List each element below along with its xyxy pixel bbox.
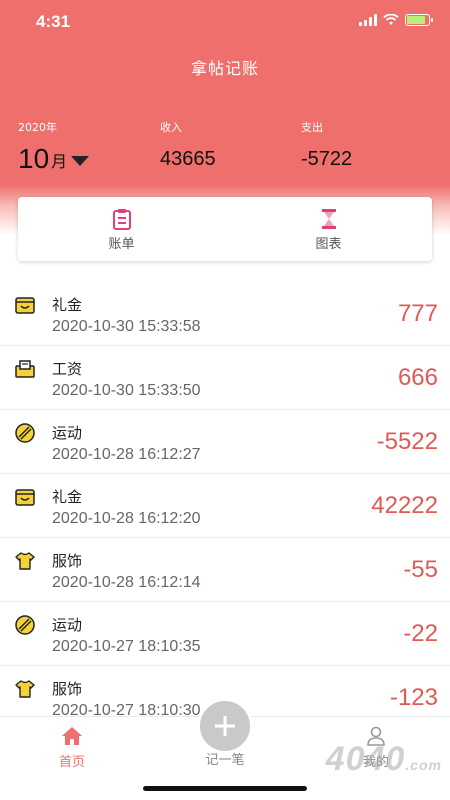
gift-box-icon bbox=[15, 297, 35, 314]
record-category: 服饰 bbox=[52, 552, 83, 570]
watermark-text: 4040 bbox=[325, 740, 406, 778]
record-amount: -5522 bbox=[376, 428, 438, 455]
home-indicator bbox=[143, 786, 307, 791]
income-value: 43665 bbox=[160, 148, 216, 170]
record-time: 2020-10-30 15:33:50 bbox=[52, 382, 201, 399]
record-row[interactable]: 工资 2020-10-30 15:33:50 666 bbox=[0, 346, 450, 410]
hourglass-icon bbox=[321, 208, 336, 229]
tab-home-label: 首页 bbox=[58, 755, 85, 770]
record-list: 礼金 2020-10-30 15:33:58 777 工资 2020-10-30… bbox=[0, 282, 450, 730]
record-row[interactable]: 礼金 2020-10-30 15:33:58 777 bbox=[0, 282, 450, 346]
add-record-button[interactable] bbox=[197, 698, 253, 754]
record-category: 运动 bbox=[52, 424, 83, 442]
tab-bill[interactable]: 账单 bbox=[18, 197, 225, 261]
record-amount: -22 bbox=[403, 620, 438, 647]
watermark-suffix: .com bbox=[405, 757, 442, 773]
status-time: 4:31 bbox=[36, 12, 71, 31]
income-label: 收入 bbox=[160, 121, 182, 134]
gift-box-icon bbox=[15, 489, 35, 506]
caret-down-icon bbox=[71, 156, 90, 166]
expense-value: -5722 bbox=[301, 148, 353, 170]
home-icon bbox=[62, 727, 82, 745]
app-title: 拿帖记账 bbox=[190, 59, 259, 78]
record-category: 工资 bbox=[52, 360, 83, 378]
battery-icon bbox=[405, 14, 433, 26]
record-category: 礼金 bbox=[52, 488, 83, 506]
record-row[interactable]: 服饰 2020-10-28 16:12:14 -55 bbox=[0, 538, 450, 602]
shirt-icon bbox=[15, 680, 35, 698]
status-bar: 4:31 bbox=[0, 0, 450, 44]
record-time: 2020-10-27 18:10:35 bbox=[52, 638, 201, 655]
record-row[interactable]: 礼金 2020-10-28 16:12:20 42222 bbox=[0, 474, 450, 538]
record-time: 2020-10-30 15:33:58 bbox=[52, 318, 201, 335]
status-icons bbox=[359, 14, 433, 26]
record-amount: 42222 bbox=[371, 492, 438, 519]
tab-chart[interactable]: 图表 bbox=[225, 197, 432, 261]
record-time: 2020-10-28 16:12:20 bbox=[52, 510, 201, 527]
salary-icon bbox=[15, 360, 35, 378]
record-time: 2020-10-28 16:12:27 bbox=[52, 446, 201, 463]
expense-label: 支出 bbox=[301, 121, 323, 134]
sport-icon bbox=[15, 615, 35, 635]
view-tabs: 账单 图表 bbox=[18, 197, 432, 261]
wifi-icon bbox=[383, 14, 399, 25]
record-amount: -123 bbox=[389, 684, 438, 711]
plus-icon bbox=[215, 716, 235, 736]
sport-icon bbox=[15, 423, 35, 443]
watermark: 4040.com bbox=[326, 740, 442, 779]
tab-chart-label: 图表 bbox=[315, 236, 342, 252]
month-unit: 月 bbox=[51, 154, 68, 171]
tab-home[interactable]: 首页 bbox=[22, 725, 122, 770]
record-time: 2020-10-28 16:12:14 bbox=[52, 574, 201, 591]
record-amount: 666 bbox=[397, 364, 438, 391]
record-amount: -55 bbox=[403, 556, 438, 583]
shirt-icon bbox=[15, 552, 35, 570]
ledger-icon bbox=[112, 208, 131, 230]
record-amount: 777 bbox=[397, 300, 438, 327]
month-picker[interactable]: 10 月 bbox=[18, 143, 90, 175]
record-category: 运动 bbox=[52, 616, 83, 634]
cellular-signal-icon bbox=[359, 14, 377, 26]
month-number: 10 bbox=[18, 143, 50, 174]
tab-bill-label: 账单 bbox=[108, 236, 135, 252]
record-category: 礼金 bbox=[52, 296, 83, 314]
year-label: 2020年 bbox=[18, 121, 57, 134]
record-category: 服饰 bbox=[52, 680, 83, 698]
record-row[interactable]: 运动 2020-10-27 18:10:35 -22 bbox=[0, 602, 450, 666]
record-row[interactable]: 运动 2020-10-28 16:12:27 -5522 bbox=[0, 410, 450, 474]
